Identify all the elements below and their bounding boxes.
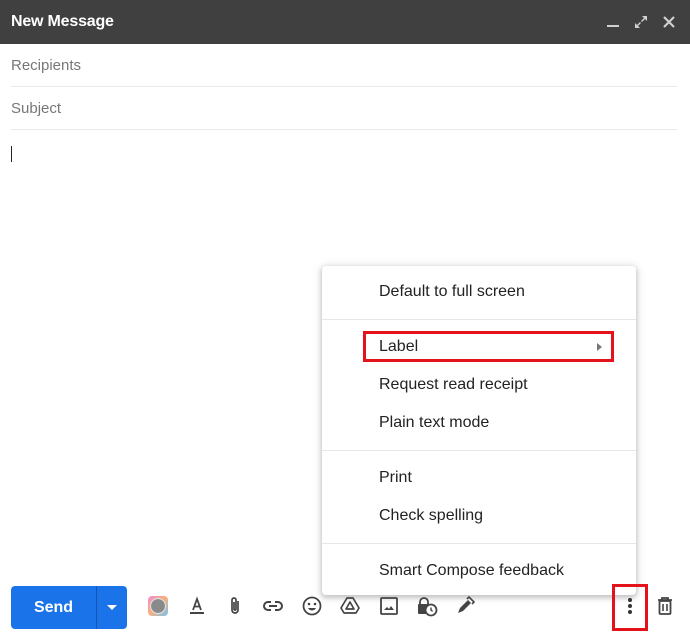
text-format-icon [190,596,204,614]
pen-icon [458,596,475,613]
highlight-annotation [612,584,648,631]
send-button[interactable]: Send [11,586,97,629]
menu-item-request-read-receipt[interactable]: Request read receipt [322,366,636,404]
link-icon [263,601,283,611]
more-send-options-button[interactable] [97,586,127,629]
menu-item-label: Print [379,469,412,486]
menu-item-default-full-screen[interactable]: Default to full screen [322,273,636,311]
expand-icon [635,16,647,28]
menu-divider [322,450,636,451]
paperclip-icon [231,597,239,614]
menu-item-label-submenu[interactable]: Label [322,328,636,366]
compose-titlebar: New Message [0,0,690,44]
emoji-icon [302,596,322,616]
menu-item-label: Check spelling [379,507,484,524]
insert-link-button[interactable] [261,594,285,618]
subject-input[interactable] [11,99,677,117]
menu-item-label: Request read receipt [379,376,528,393]
full-screen-button[interactable] [632,13,650,31]
menu-item-label: Plain text mode [379,414,490,431]
photo-icon [380,597,398,615]
discard-draft-button[interactable] [653,594,677,618]
menu-item-label: Label [379,338,419,355]
send-button-group: Send [11,586,127,629]
insert-photo-button[interactable] [377,594,401,618]
menu-divider [322,319,636,320]
recipients-input[interactable] [11,56,677,74]
insert-drive-button[interactable] [338,594,362,618]
text-caret [11,146,12,162]
formatting-options-button[interactable] [185,594,209,618]
lock-clock-icon [418,597,438,617]
insert-emoji-button[interactable] [300,594,324,618]
colorful-circle-icon [148,596,168,616]
insert-signature-button[interactable] [453,594,477,618]
subject-row [11,87,677,130]
signature-color-button[interactable] [146,594,170,618]
minimize-icon [607,25,619,27]
menu-divider [322,543,636,544]
more-options-menu: Default to full screen Label Request rea… [322,266,636,595]
trash-icon [658,597,672,615]
caret-down-icon [107,605,117,610]
menu-item-label: Default to full screen [379,283,525,300]
drive-icon [340,597,360,614]
close-button[interactable] [660,13,678,31]
menu-item-plain-text-mode[interactable]: Plain text mode [322,404,636,442]
minimize-button[interactable] [604,13,622,31]
window-title: New Message [11,13,114,30]
menu-item-print[interactable]: Print [322,459,636,497]
close-icon [663,16,675,28]
menu-item-check-spelling[interactable]: Check spelling [322,497,636,535]
confidential-mode-button[interactable] [415,594,439,618]
submenu-arrow-icon [597,343,602,351]
attach-files-button[interactable] [223,594,247,618]
window-controls [604,13,678,31]
recipients-row [11,44,677,87]
compose-toolbar: Send [0,576,690,643]
